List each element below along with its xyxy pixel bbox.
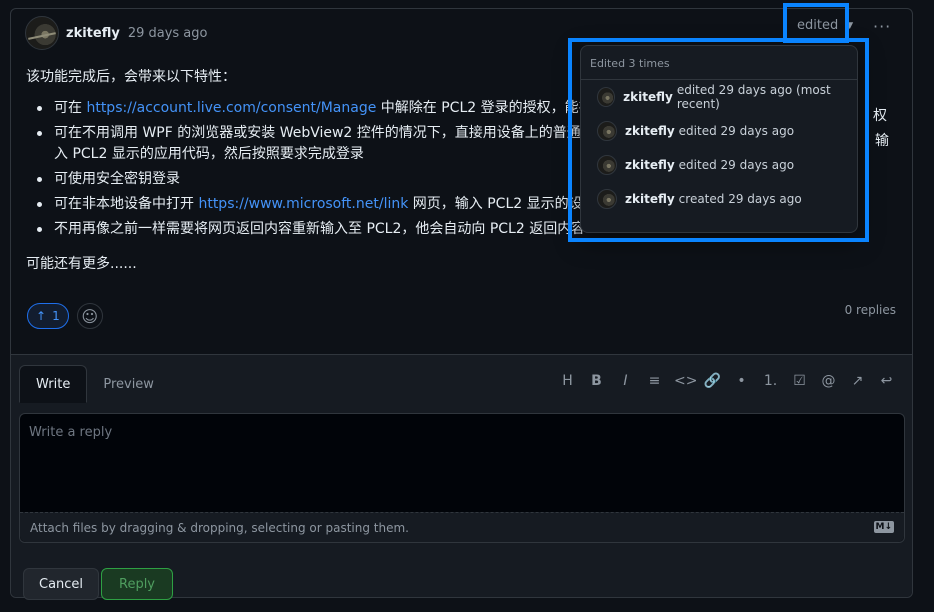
- kebab-more-icon[interactable]: ···: [873, 17, 891, 36]
- markdown-icon[interactable]: M↓: [873, 521, 894, 533]
- edit-history-menu: Edited 3 times zkitefly edited 29 days a…: [580, 45, 858, 233]
- smiley-icon[interactable]: ☺: [76, 303, 103, 329]
- edited-dropdown-button[interactable]: edited ▼: [797, 18, 853, 33]
- avatar: [597, 121, 617, 141]
- edit-history-item[interactable]: zkitefly created 29 days ago: [581, 182, 857, 216]
- comment-time[interactable]: 29 days ago: [128, 26, 208, 41]
- account-consent-link[interactable]: https://account.live.com/consent/Manage: [86, 100, 376, 116]
- edit-history-header: Edited 3 times: [581, 46, 857, 80]
- avatar: [597, 155, 617, 175]
- replies-count: 0 replies: [844, 303, 896, 317]
- ordered-list-icon[interactable]: 1.: [761, 373, 780, 389]
- comment-author[interactable]: zkitefly: [66, 26, 120, 41]
- edit-history-item[interactable]: zkitefly edited 29 days ago (most recent…: [581, 80, 857, 114]
- edited-label: edited: [797, 18, 839, 33]
- edit-history-item[interactable]: zkitefly edited 29 days ago: [581, 114, 857, 148]
- avatar: [597, 87, 616, 107]
- edit-history-item[interactable]: zkitefly edited 29 days ago: [581, 148, 857, 182]
- undo-icon[interactable]: ↩: [877, 373, 896, 389]
- formatting-toolbar: H B I ≡ <> 🔗 • 1. ☑ @ ↗ ↩: [558, 373, 896, 389]
- reply-composer: Write Preview H B I ≡ <> 🔗 • 1. ☑ @ ↗ ↩ …: [11, 354, 912, 600]
- cancel-button[interactable]: Cancel: [23, 568, 100, 600]
- attach-hint: Attach files by dragging & dropping, sel…: [30, 521, 409, 535]
- reply-editor: Attach files by dragging & dropping, sel…: [19, 413, 905, 543]
- composer-tabs: Write Preview: [19, 365, 170, 403]
- tab-preview[interactable]: Preview: [87, 365, 170, 403]
- caret-down-icon: ▼: [846, 20, 854, 31]
- task-list-icon[interactable]: ☑: [790, 373, 809, 389]
- arrow-up-icon: ↑: [36, 309, 47, 323]
- reply-button[interactable]: Reply: [101, 568, 174, 600]
- upvote-count: 1: [52, 309, 60, 323]
- tab-write[interactable]: Write: [19, 365, 88, 403]
- reactions-bar: ↑ 1 ☺: [27, 303, 103, 329]
- comment-outro: 可能还有更多......: [26, 256, 137, 272]
- unordered-list-icon[interactable]: •: [732, 373, 751, 389]
- comment-header: zkitefly 29 days ago: [25, 15, 207, 51]
- reply-input[interactable]: [20, 414, 904, 512]
- reference-icon[interactable]: ↗: [848, 373, 867, 389]
- avatar[interactable]: [25, 16, 59, 50]
- italic-icon[interactable]: I: [616, 373, 635, 389]
- code-icon[interactable]: <>: [674, 373, 697, 389]
- mention-icon[interactable]: @: [819, 373, 838, 389]
- bold-icon[interactable]: B: [587, 373, 606, 389]
- overflow-text-1: 权: [873, 108, 887, 124]
- overflow-text-2: 输: [875, 133, 889, 149]
- heading-icon[interactable]: H: [558, 373, 577, 389]
- attach-files-bar[interactable]: Attach files by dragging & dropping, sel…: [20, 512, 904, 542]
- microsoft-link[interactable]: https://www.microsoft.net/link: [198, 196, 408, 212]
- link-icon[interactable]: 🔗: [703, 373, 722, 389]
- quote-icon[interactable]: ≡: [645, 373, 664, 389]
- avatar: [597, 189, 617, 209]
- upvote-button[interactable]: ↑ 1: [27, 303, 69, 329]
